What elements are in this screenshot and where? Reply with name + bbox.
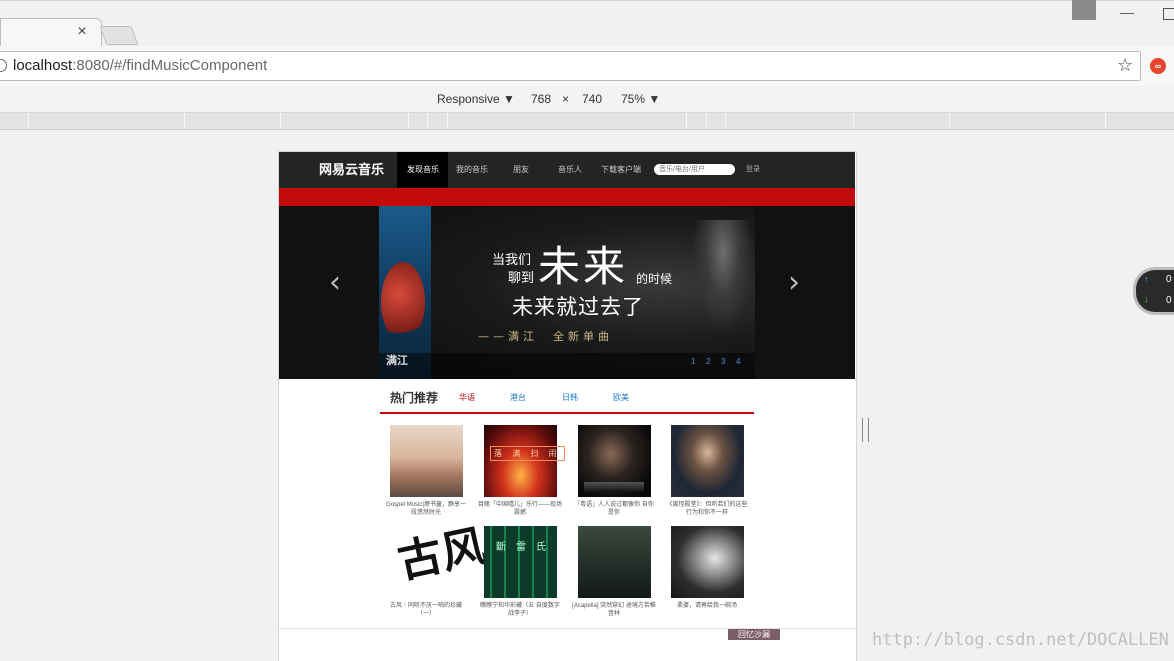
ruler-tick [725, 113, 726, 129]
nav-download[interactable]: 下载客户端 [601, 165, 641, 175]
times-symbol: × [562, 92, 570, 106]
banner-dot-3[interactable]: 3 [721, 357, 725, 367]
banner-text-1b: 聊到 [508, 271, 535, 286]
playlist-caption[interactable]: 《离怪殿堂》：但听若们的这些行为和你不一样 [665, 501, 749, 517]
banner-artist: 满江 [386, 355, 408, 367]
playlist-cover[interactable] [671, 526, 744, 598]
download-speed: 0 [1166, 295, 1172, 306]
playlist-cover[interactable] [578, 526, 651, 598]
playlist-cover[interactable] [484, 526, 557, 598]
media-query-ruler[interactable] [0, 113, 1174, 130]
upload-arrow-icon: ↑ [1144, 274, 1149, 284]
hot-section-divider [380, 412, 754, 414]
banner-text-1a: 当我们 [492, 253, 532, 268]
banner-text-3: ——满江 全新单曲 [478, 330, 613, 343]
hot-tab-huayu[interactable]: 华语 [459, 393, 475, 403]
banner-red-shape [381, 262, 425, 342]
url-host: localhost [13, 57, 73, 74]
banner-dot-2[interactable]: 2 [706, 357, 710, 367]
ruler-tick [949, 113, 950, 129]
zoom-label: 75% [621, 92, 646, 106]
watermark: http://blog.csdn.net/DOCALLEN [872, 630, 1169, 650]
extension-icon[interactable]: ∞ [1150, 58, 1166, 74]
banner-big-text: 未来 [538, 242, 629, 291]
site-search-input[interactable] [654, 164, 735, 175]
banner-prev-icon[interactable]: ‹ [329, 266, 341, 300]
ruler-tick [280, 113, 281, 129]
chevron-down-icon: ▼ [503, 92, 515, 106]
subnav-bar [279, 188, 855, 206]
cover-stage-shape [584, 482, 644, 492]
ruler-tick [408, 113, 409, 129]
banner-dot-1[interactable]: 1 [691, 357, 695, 367]
playlist-caption[interactable]: 目睹「中国嘻儿」乐行——现场震撼 [478, 501, 562, 517]
playlist-caption[interactable]: 古风｜同听不厌一响的珍藏（一） [384, 602, 468, 618]
login-link[interactable]: 登录 [746, 165, 760, 175]
ruler-tick [1105, 113, 1106, 129]
width-input[interactable]: 768 [531, 91, 551, 107]
hot-tab-gangtai[interactable]: 港台 [510, 393, 526, 403]
site-logo[interactable]: 网易云音乐 [319, 162, 384, 178]
banner-portrait [693, 220, 753, 330]
height-input[interactable]: 740 [582, 91, 602, 107]
hot-tab-rihan[interactable]: 日韩 [562, 393, 578, 403]
cover-title-text: 斷 雷 氏 [496, 542, 549, 553]
new-tab-button[interactable] [99, 26, 139, 45]
nav-my-music[interactable]: 我的音乐 [456, 165, 488, 175]
device-label: Responsive [437, 92, 500, 106]
playlist-caption[interactable]: 瞧瞧宁和华彩藏（五 自度数字战李子） [478, 602, 562, 618]
url-text[interactable]: localhost:8080/#/findMusicComponent [13, 57, 267, 75]
banner-text-2: 未来就过去了 [512, 295, 644, 319]
zoom-select[interactable]: 75% ▼ [621, 91, 660, 107]
upload-speed: 0 [1166, 274, 1172, 285]
ruler-tick [28, 113, 29, 129]
device-select[interactable]: Responsive ▼ [437, 91, 515, 107]
tab-strip [0, 0, 1174, 47]
ruler-tick [447, 113, 448, 129]
viewport-resize-handle[interactable] [862, 418, 869, 442]
banner-dot-4[interactable]: 4 [736, 357, 740, 367]
hot-tab-oumei[interactable]: 欧美 [613, 393, 629, 403]
banner-caption-bar [379, 353, 755, 379]
hot-section-title: 热门推荐 [390, 391, 439, 405]
ruler-tick [686, 113, 687, 129]
footer-badge[interactable]: 回忆沙漏 [728, 629, 780, 640]
tab-close-icon[interactable]: × [75, 24, 89, 40]
ruler-tick [706, 113, 707, 129]
url-path: :8080/#/findMusicComponent [72, 57, 268, 74]
chevron-down-icon: ▼ [648, 92, 661, 106]
profile-icon[interactable] [1072, 0, 1096, 20]
playlist-caption[interactable]: 「粤语」人人说过都像你 自你是你 [572, 501, 656, 517]
ruler-tick [853, 113, 854, 129]
banner-text-1c: 的时候 [636, 272, 673, 286]
minimize-icon[interactable]: — [1120, 5, 1134, 19]
playlist-caption[interactable]: 柔婆，请再给我一碗汤 [665, 602, 749, 610]
banner-next-icon[interactable]: › [788, 266, 800, 300]
ruler-tick [184, 113, 185, 129]
nav-musicians[interactable]: 音乐人 [558, 165, 582, 175]
playlist-cover[interactable] [484, 425, 557, 497]
download-arrow-icon: ↓ [1144, 294, 1149, 304]
cover-title-text: 落 满 扫 闹 [490, 446, 565, 461]
ruler-tick [427, 113, 428, 129]
playlist-caption[interactable]: Gospel Music|撩书童，静享一段悠然时光 [384, 501, 468, 517]
playlist-cover[interactable] [671, 425, 744, 497]
nav-friends[interactable]: 朋友 [513, 165, 529, 175]
playlist-caption[interactable]: [Acapella] 突然穿幻 途境方若稚音林 [572, 602, 656, 618]
nav-discover[interactable]: 发现音乐 [407, 165, 439, 175]
bookmark-star-icon[interactable]: ☆ [1117, 55, 1133, 76]
maximize-icon[interactable] [1163, 8, 1174, 20]
playlist-cover[interactable] [390, 425, 463, 497]
